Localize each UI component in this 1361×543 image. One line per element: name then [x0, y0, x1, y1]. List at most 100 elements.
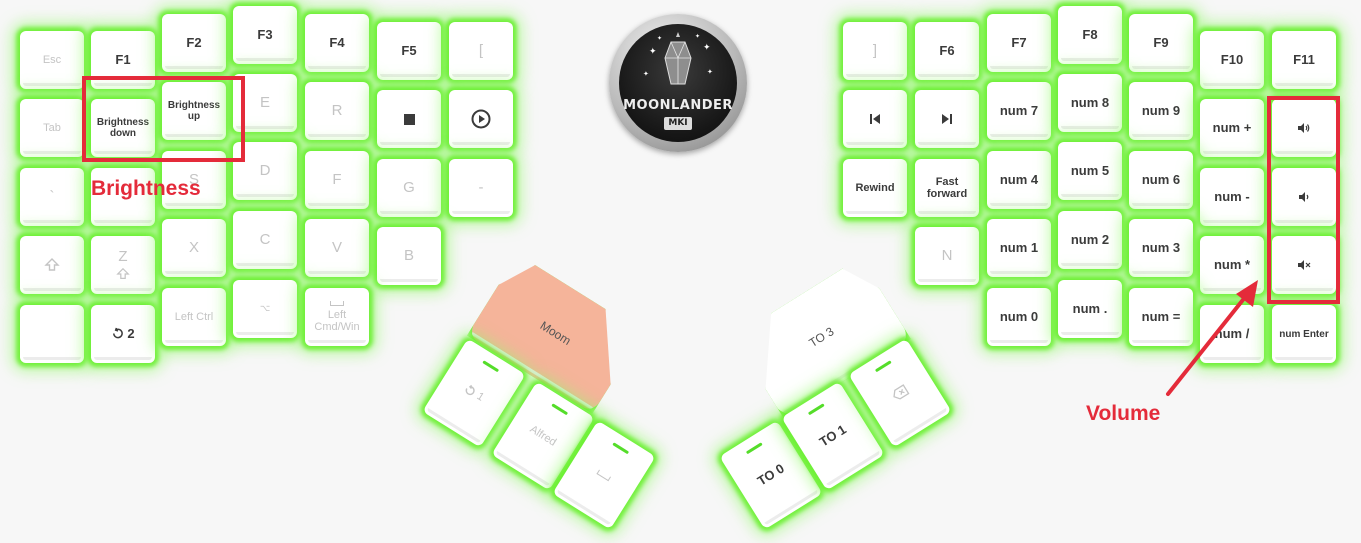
key-next-track[interactable] [915, 90, 979, 148]
key-f4[interactable]: F4 [305, 14, 369, 72]
key-label: - [478, 178, 484, 196]
key-b[interactable]: B [377, 227, 441, 285]
key-f[interactable]: F [305, 151, 369, 209]
key-num8[interactable]: num 8 [1058, 74, 1122, 132]
key-esc[interactable]: Esc [20, 31, 84, 89]
key-label: num 8 [1070, 94, 1110, 110]
key-f9[interactable]: F9 [1129, 14, 1193, 72]
key-r[interactable]: R [305, 82, 369, 140]
key-f3[interactable]: F3 [233, 6, 297, 64]
key-label: F2 [186, 34, 202, 50]
key-label: F5 [401, 42, 417, 58]
key-label: Left Ctrl [174, 310, 214, 323]
key-num-plus[interactable]: num + [1200, 99, 1264, 157]
key-label: F10 [1220, 51, 1244, 67]
key-f1[interactable]: F1 [91, 31, 155, 89]
key-label: Brightness down [96, 117, 150, 139]
key-mute[interactable] [1272, 236, 1336, 294]
brightness-annotation: Brightness [91, 177, 201, 200]
key-g[interactable]: G [377, 159, 441, 217]
key-left-ctrl[interactable]: Left Ctrl [162, 288, 226, 346]
key-label: F8 [1082, 26, 1098, 42]
backspace-icon [893, 384, 910, 400]
key-label: Left Cmd/Win [314, 308, 360, 333]
key-label: Brightness up [167, 100, 221, 122]
key-prev-track[interactable] [843, 90, 907, 148]
glow-mark [551, 403, 569, 416]
stop-icon [403, 113, 415, 125]
key-num1[interactable]: num 1 [987, 219, 1051, 277]
key-num-dot[interactable]: num . [1058, 280, 1122, 338]
key-f8[interactable]: F8 [1058, 6, 1122, 64]
glow-mark [482, 360, 500, 373]
key-label: 1 [474, 390, 487, 404]
key-minus[interactable]: - [449, 159, 513, 217]
key-label: num Enter [1279, 328, 1329, 340]
key-num4[interactable]: num 4 [987, 151, 1051, 209]
key-f6[interactable]: F6 [915, 22, 979, 80]
key-brightness-down[interactable]: Brightness down [91, 99, 155, 157]
key-layer-two[interactable]: 2 [91, 305, 155, 363]
key-label: R [331, 101, 343, 119]
key-left-cmd-win[interactable]: Left Cmd/Win [305, 288, 369, 346]
key-num-minus[interactable]: num - [1200, 168, 1264, 226]
key-bracket-left[interactable]: [ [449, 22, 513, 80]
key-num0[interactable]: num 0 [987, 288, 1051, 346]
key-label: N [941, 246, 953, 264]
key-label: num * [1213, 256, 1251, 272]
key-num3[interactable]: num 3 [1129, 219, 1193, 277]
key-v[interactable]: V [305, 219, 369, 277]
key-num2[interactable]: num 2 [1058, 211, 1122, 269]
key-num-equal[interactable]: num = [1129, 288, 1193, 346]
key-bracket-right[interactable]: ] [843, 22, 907, 80]
next-track-icon [942, 114, 952, 124]
key-f10[interactable]: F10 [1200, 31, 1264, 89]
play-circle-icon [471, 109, 491, 129]
key-num9[interactable]: num 9 [1129, 82, 1193, 140]
svg-text:✦: ✦ [703, 43, 711, 53]
key-f5[interactable]: F5 [377, 22, 441, 80]
key-label: num 2 [1070, 231, 1110, 247]
key-x[interactable]: X [162, 219, 226, 277]
key-num-enter[interactable]: num Enter [1272, 305, 1336, 363]
key-label: num - [1214, 188, 1250, 204]
svg-text:✦: ✦ [657, 35, 662, 42]
key-num-star[interactable]: num * [1200, 236, 1264, 294]
key-alt[interactable]: ⌥ [233, 280, 297, 338]
key-label: ⌥ [259, 303, 271, 314]
key-volume-down[interactable] [1272, 168, 1336, 226]
key-z[interactable]: Z [91, 236, 155, 294]
key-d[interactable]: D [233, 142, 297, 200]
key-num-slash[interactable]: num / [1200, 305, 1264, 363]
key-media-play[interactable] [449, 90, 513, 148]
key-label: num 0 [999, 308, 1039, 324]
key-brightness-up[interactable]: Brightness up [162, 82, 226, 140]
key-fast-forward[interactable]: Fast forward [915, 159, 979, 217]
key-left-shift[interactable] [20, 236, 84, 294]
key-label: D [259, 161, 271, 179]
key-e[interactable]: E [233, 74, 297, 132]
key-num5[interactable]: num 5 [1058, 142, 1122, 200]
key-blank[interactable] [20, 305, 84, 363]
key-label: num 6 [1141, 171, 1181, 187]
key-f11[interactable]: F11 [1272, 31, 1336, 89]
key-f7[interactable]: F7 [987, 14, 1051, 72]
key-label: Rewind [855, 181, 895, 194]
key-c[interactable]: C [233, 211, 297, 269]
key-label: F9 [1153, 34, 1169, 50]
key-label: Alfred [527, 423, 559, 449]
key-media-stop[interactable] [377, 90, 441, 148]
key-label: B [403, 246, 414, 264]
key-volume-up[interactable] [1272, 99, 1336, 157]
key-backtick[interactable]: ` [20, 168, 84, 226]
key-tab[interactable]: Tab [20, 99, 84, 157]
logo-title: MOONLANDER [623, 98, 733, 113]
glow-mark [612, 442, 630, 455]
key-f2[interactable]: F2 [162, 14, 226, 72]
key-rewind[interactable]: Rewind [843, 159, 907, 217]
key-num6[interactable]: num 6 [1129, 151, 1193, 209]
key-num7[interactable]: num 7 [987, 82, 1051, 140]
layer-two-label: 2 [111, 326, 135, 341]
key-n[interactable]: N [915, 227, 979, 285]
key-label: V [331, 238, 342, 256]
